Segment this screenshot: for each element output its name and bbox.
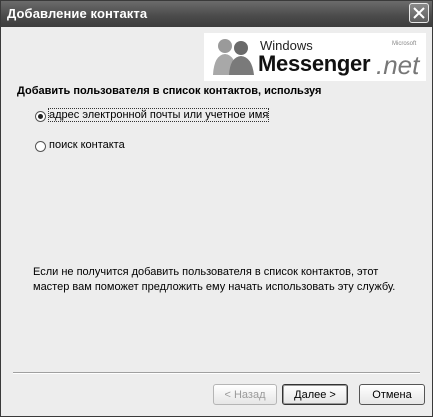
logo-net-text: .net <box>376 50 420 80</box>
radio-button-search[interactable] <box>35 141 46 152</box>
option-email-label[interactable]: адрес электронной почты или учетное имя <box>47 108 270 122</box>
option-search-label[interactable]: поиск контакта <box>49 139 125 151</box>
next-button[interactable]: Далее > <box>282 384 348 405</box>
info-text: Если не получится добавить пользователя … <box>33 266 396 293</box>
close-icon <box>413 7 425 19</box>
footer-divider <box>13 372 420 374</box>
window-title: Добавление контакта <box>7 6 148 21</box>
instruction-heading: Добавить пользователя в список контактов… <box>17 85 322 97</box>
radio-button-email[interactable] <box>35 111 46 122</box>
logo-tagline: Microsoft <box>392 41 417 47</box>
close-button[interactable] <box>409 3 429 23</box>
title-bar[interactable]: Добавление контакта <box>1 1 432 27</box>
messenger-buddies-icon <box>213 39 254 75</box>
cancel-button[interactable]: Отмена <box>359 384 425 405</box>
logo-messenger-text: Messenger <box>258 51 371 76</box>
messenger-logo: Windows Messenger Microsoft .net <box>204 33 426 81</box>
back-button[interactable]: < Назад <box>213 384 277 405</box>
add-contact-dialog: Добавление контакта Windows Messenger Mi… <box>0 0 433 417</box>
